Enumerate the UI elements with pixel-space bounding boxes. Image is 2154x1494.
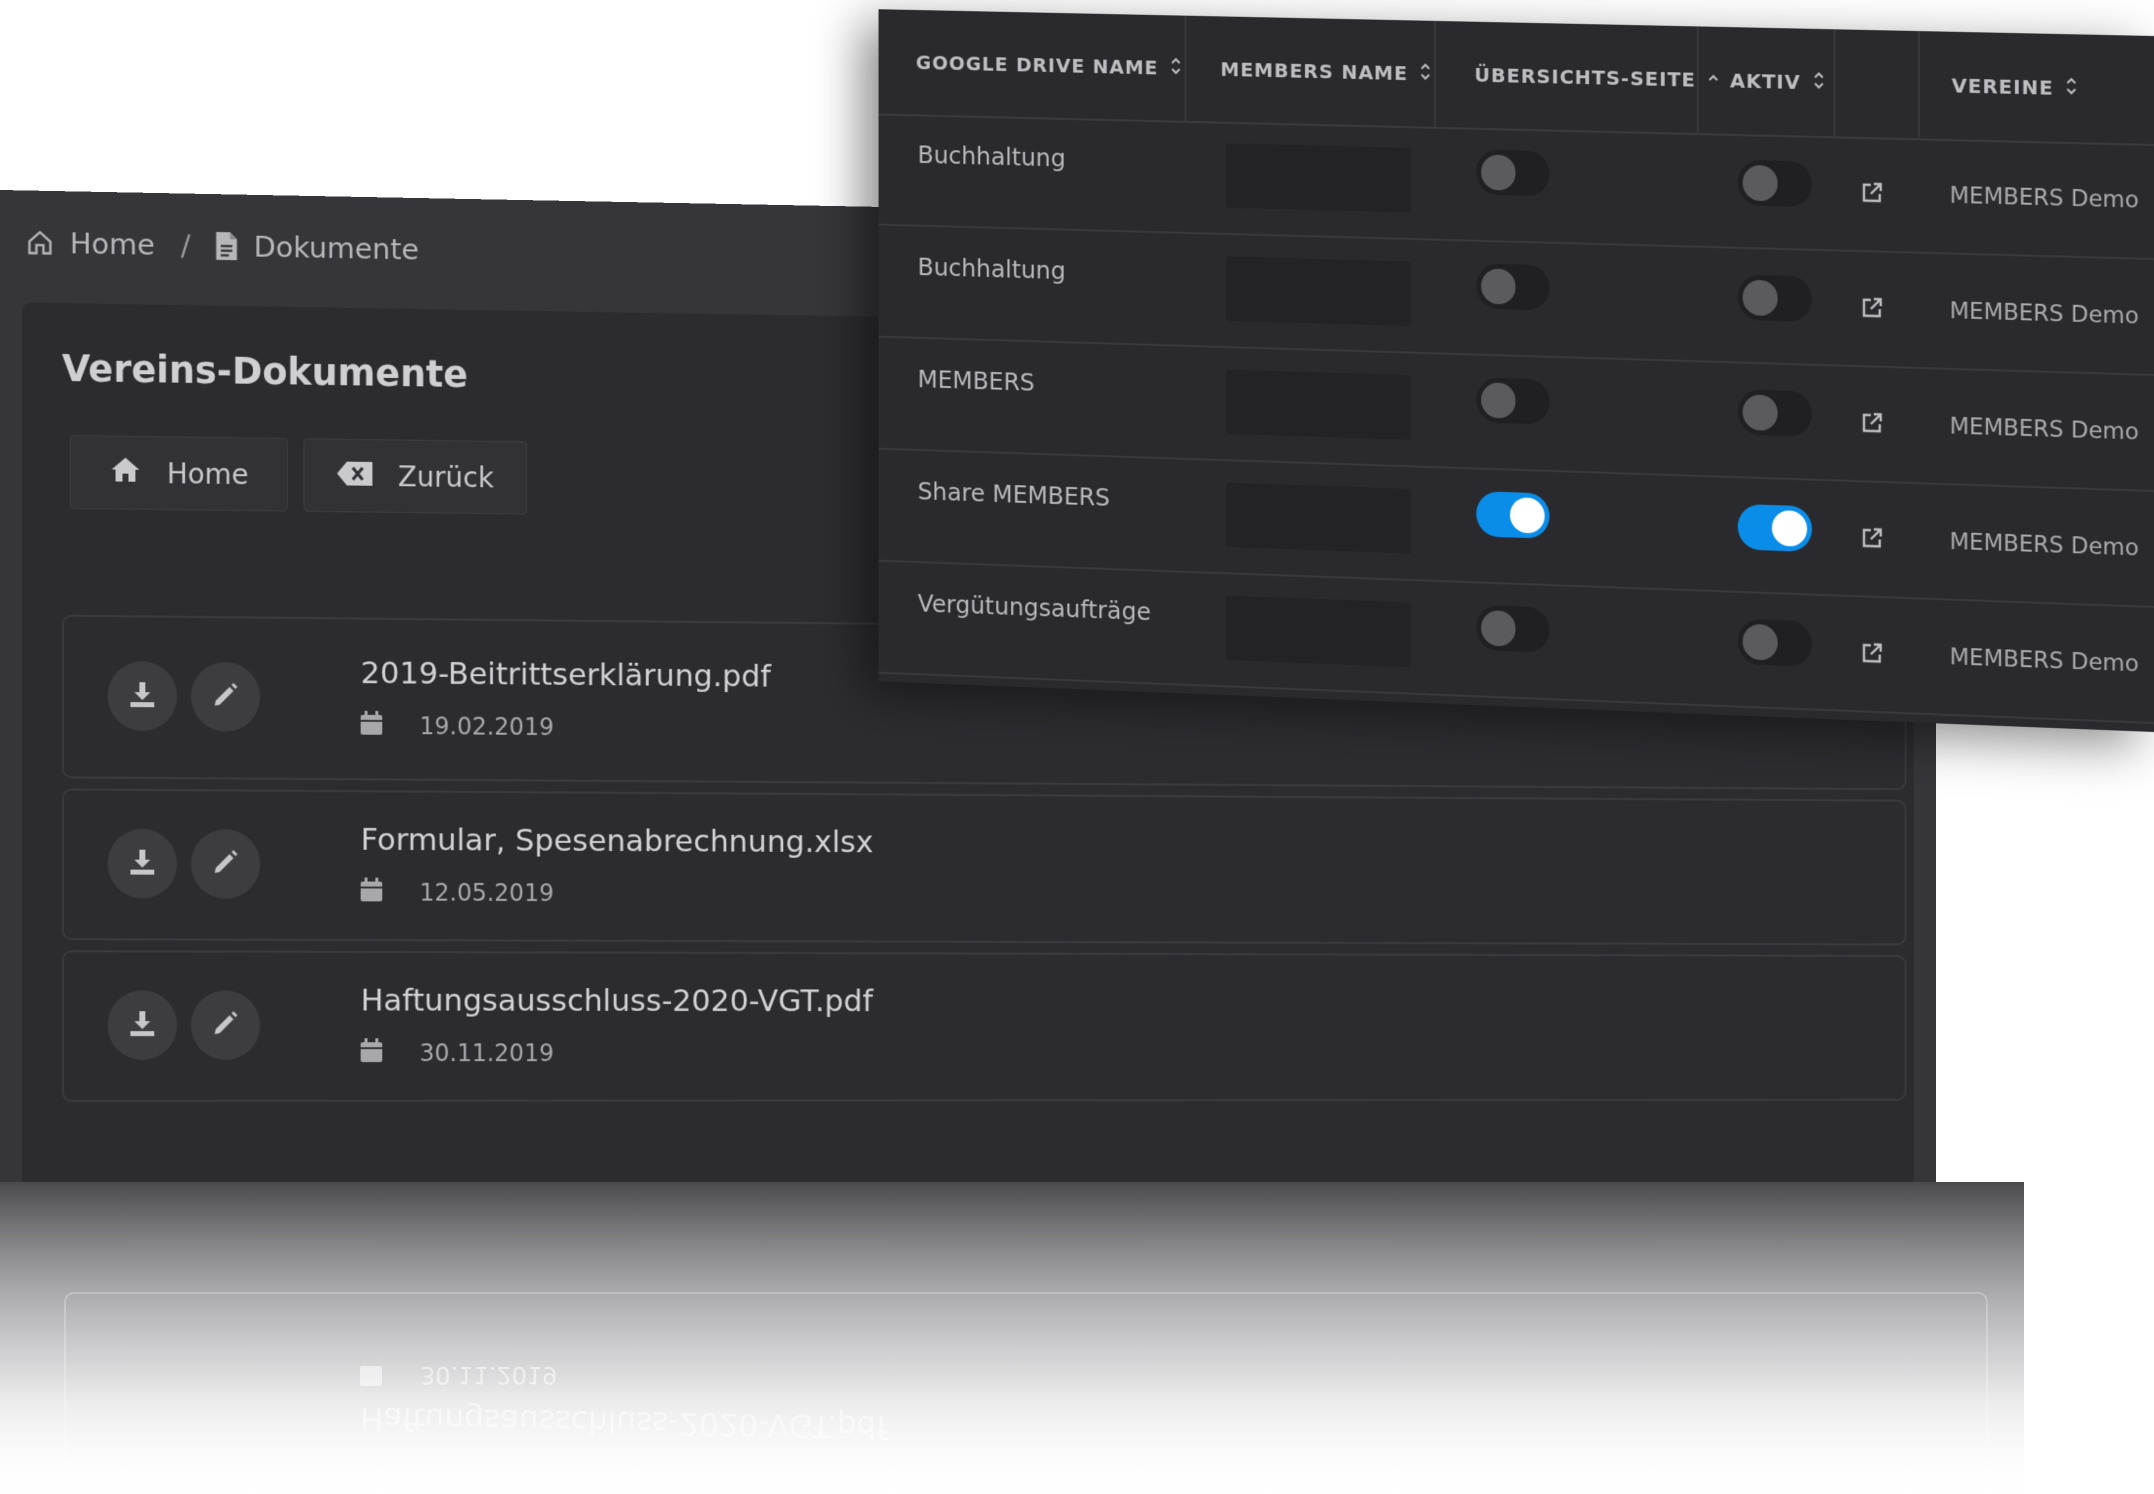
verein-cell: MEMBERS Demo (1950, 298, 2139, 329)
aktiv-toggle[interactable] (1738, 160, 1812, 207)
external-link-icon[interactable] (1860, 181, 1884, 209)
backspace-icon (337, 459, 372, 492)
back-button[interactable]: Zurück (304, 438, 528, 514)
column-header-vereine[interactable]: VEREINE (1920, 31, 2154, 144)
uebersicht-toggle[interactable] (1476, 149, 1549, 196)
toggle-knob (1481, 268, 1516, 304)
verein-cell: MEMBERS Demo (1950, 644, 2139, 677)
edit-button[interactable] (191, 990, 260, 1060)
toggle-knob (1743, 624, 1778, 661)
external-link-icon[interactable] (1860, 526, 1884, 555)
members-name-input[interactable] (1226, 596, 1411, 668)
uebersicht-toggle[interactable] (1476, 605, 1549, 653)
verein-cell: MEMBERS Demo (1950, 414, 2139, 446)
calendar-icon (361, 878, 383, 908)
document-icon (216, 232, 238, 260)
breadcrumb-home-label: Home (70, 226, 155, 261)
verein-cell: MEMBERS Demo (1950, 183, 2139, 214)
download-icon (127, 1008, 157, 1042)
drive-name-cell: MEMBERS (918, 323, 1035, 437)
toggle-knob (1481, 154, 1516, 190)
reflection-fade (0, 1182, 2024, 1494)
file-date: 12.05.2019 (361, 878, 554, 908)
file-date: 30.11.2019 (361, 1038, 554, 1068)
download-icon (127, 847, 157, 881)
toggle-knob (1510, 497, 1545, 534)
calendar-icon (361, 711, 383, 741)
file-name[interactable]: Haftungsausschluss-2020-VGT.pdf (361, 983, 873, 1019)
toggle-knob (1772, 510, 1807, 547)
toggle-knob (1743, 165, 1778, 202)
uebersicht-toggle[interactable] (1476, 377, 1549, 425)
aktiv-toggle[interactable] (1738, 274, 1812, 322)
screenshot-stage: Home / Dokumente Vereins-Dokumente Home (0, 0, 2154, 1494)
drive-name-cell: Buchhaltung (918, 211, 1066, 326)
download-button[interactable] (108, 990, 177, 1060)
breadcrumb-home[interactable]: Home (26, 225, 155, 261)
home-button-label: Home (167, 457, 249, 491)
aktiv-toggle[interactable] (1738, 504, 1812, 552)
column-header-label: VEREINE (1952, 74, 2054, 100)
column-header-label: GOOGLE DRIVE NAME (916, 51, 1159, 80)
breadcrumb-current-label: Dokumente (254, 230, 419, 267)
members-name-input[interactable] (1226, 483, 1411, 554)
verein-cell: MEMBERS Demo (1950, 529, 2139, 562)
breadcrumb-current: Dokumente (216, 229, 419, 266)
column-header-label: MEMBERS NAME (1220, 57, 1408, 85)
home-outline-icon (26, 228, 54, 256)
column-header-label: ÜBERSICHTS-SEITE (1474, 63, 1695, 92)
back-button-label: Zurück (398, 460, 494, 494)
download-icon (127, 679, 157, 713)
column-header-members-name[interactable]: MEMBERS NAME (1186, 16, 1436, 127)
toggle-knob (1743, 280, 1778, 317)
uebersicht-toggle[interactable] (1476, 263, 1549, 310)
column-header-label: AKTIV (1730, 69, 1801, 94)
sort-icon (1813, 70, 1825, 95)
pencil-icon (212, 681, 240, 713)
download-button[interactable] (108, 829, 177, 899)
drive-name-cell: Vergütungsaufträge (918, 548, 1151, 667)
toggle-knob (1481, 610, 1516, 647)
members-name-input[interactable] (1226, 369, 1411, 439)
column-header-uebersichts-seite[interactable]: ÜBERSICHTS-SEITE (1436, 21, 1699, 133)
panel-reflection: 30.11.2019 Haftungsausschluss-2020-VGT.p… (0, 1182, 2024, 1494)
home-icon (109, 455, 141, 490)
sort-icon (1170, 56, 1181, 81)
breadcrumb: Home / Dokumente (26, 220, 419, 271)
edit-button[interactable] (191, 662, 260, 732)
calendar-icon (361, 1038, 383, 1068)
column-header-aktiv[interactable]: AKTIV (1699, 26, 1836, 136)
external-link-icon[interactable] (1860, 411, 1884, 440)
column-header-link (1836, 29, 1921, 138)
members-name-input[interactable] (1226, 256, 1411, 326)
page-title: Vereins-Dokumente (62, 347, 468, 396)
edit-button[interactable] (191, 829, 260, 899)
file-name[interactable]: Formular, Spesenabrechnung.xlsx (361, 822, 874, 860)
list-item: Haftungsausschluss-2020-VGT.pdf 30.11.20… (62, 950, 1907, 1102)
members-name-input[interactable] (1226, 143, 1411, 212)
download-button[interactable] (108, 661, 177, 731)
drive-name-cell: Buchhaltung (918, 99, 1066, 213)
breadcrumb-separator: / (181, 228, 191, 262)
file-date-value: 19.02.2019 (420, 712, 554, 741)
home-button[interactable]: Home (70, 435, 288, 512)
file-date-value: 12.05.2019 (420, 879, 554, 907)
list-item: Formular, Spesenabrechnung.xlsx 12.05.20… (62, 788, 1907, 945)
toggle-knob (1743, 394, 1778, 431)
external-link-icon[interactable] (1860, 641, 1884, 670)
uebersicht-toggle[interactable] (1476, 491, 1549, 539)
aktiv-toggle[interactable] (1738, 619, 1812, 667)
drive-table-panel: GOOGLE DRIVE NAME MEMBERS NAME ÜBERSICHT… (879, 9, 2154, 732)
toggle-knob (1481, 382, 1516, 418)
pencil-icon (212, 1009, 240, 1041)
file-date-value: 30.11.2019 (420, 1039, 554, 1067)
sort-icon (1420, 61, 1432, 86)
aktiv-toggle[interactable] (1738, 389, 1812, 437)
drive-name-cell: Share MEMBERS (918, 435, 1110, 552)
pencil-icon (212, 848, 240, 880)
file-name[interactable]: 2019-Beitrittserklärung.pdf (361, 655, 771, 694)
file-date: 19.02.2019 (361, 711, 554, 742)
sort-icon (2065, 76, 2077, 101)
external-link-icon[interactable] (1860, 296, 1884, 324)
